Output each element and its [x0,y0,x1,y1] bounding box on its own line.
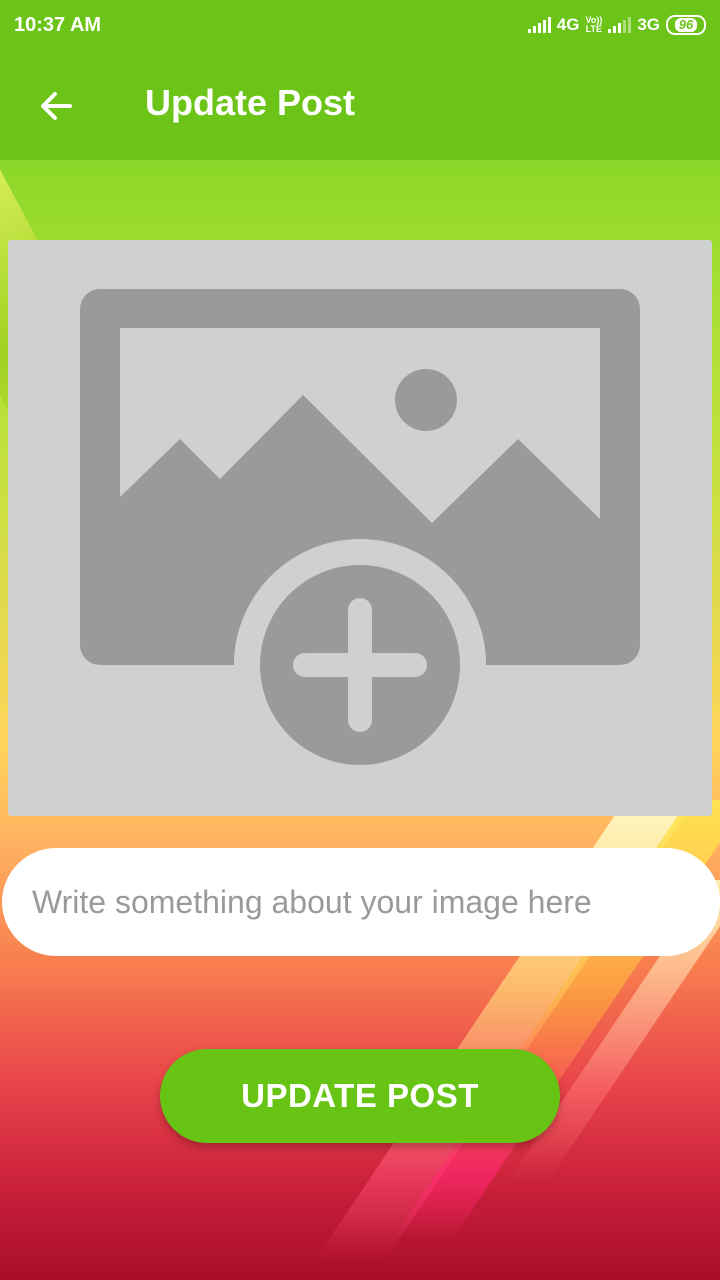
update-post-button[interactable]: UPDATE POST [160,1049,560,1143]
status-bar: 10:37 AM 4G Vo)) LTE 3G 96 [0,0,720,50]
volte-icon: Vo)) LTE [585,16,602,34]
network-type-label: 4G [556,15,580,34]
battery-icon: 96 [666,15,706,35]
network-type-label: 3G [637,15,660,34]
volte-bottom-label: LTE [585,24,603,34]
caption-input[interactable] [2,848,720,956]
status-time: 10:37 AM [14,13,102,36]
image-picker[interactable] [8,240,712,816]
battery-level: 96 [674,18,698,32]
signal-icon [608,17,632,33]
app-bar: Update Post [0,50,720,160]
status-icons: 4G Vo)) LTE 3G 96 [527,15,706,35]
add-photo-icon [80,289,640,791]
page-title: Update Post [145,82,356,123]
signal-icon [527,17,551,33]
back-button[interactable] [30,80,82,132]
arrow-left-icon [41,92,72,120]
